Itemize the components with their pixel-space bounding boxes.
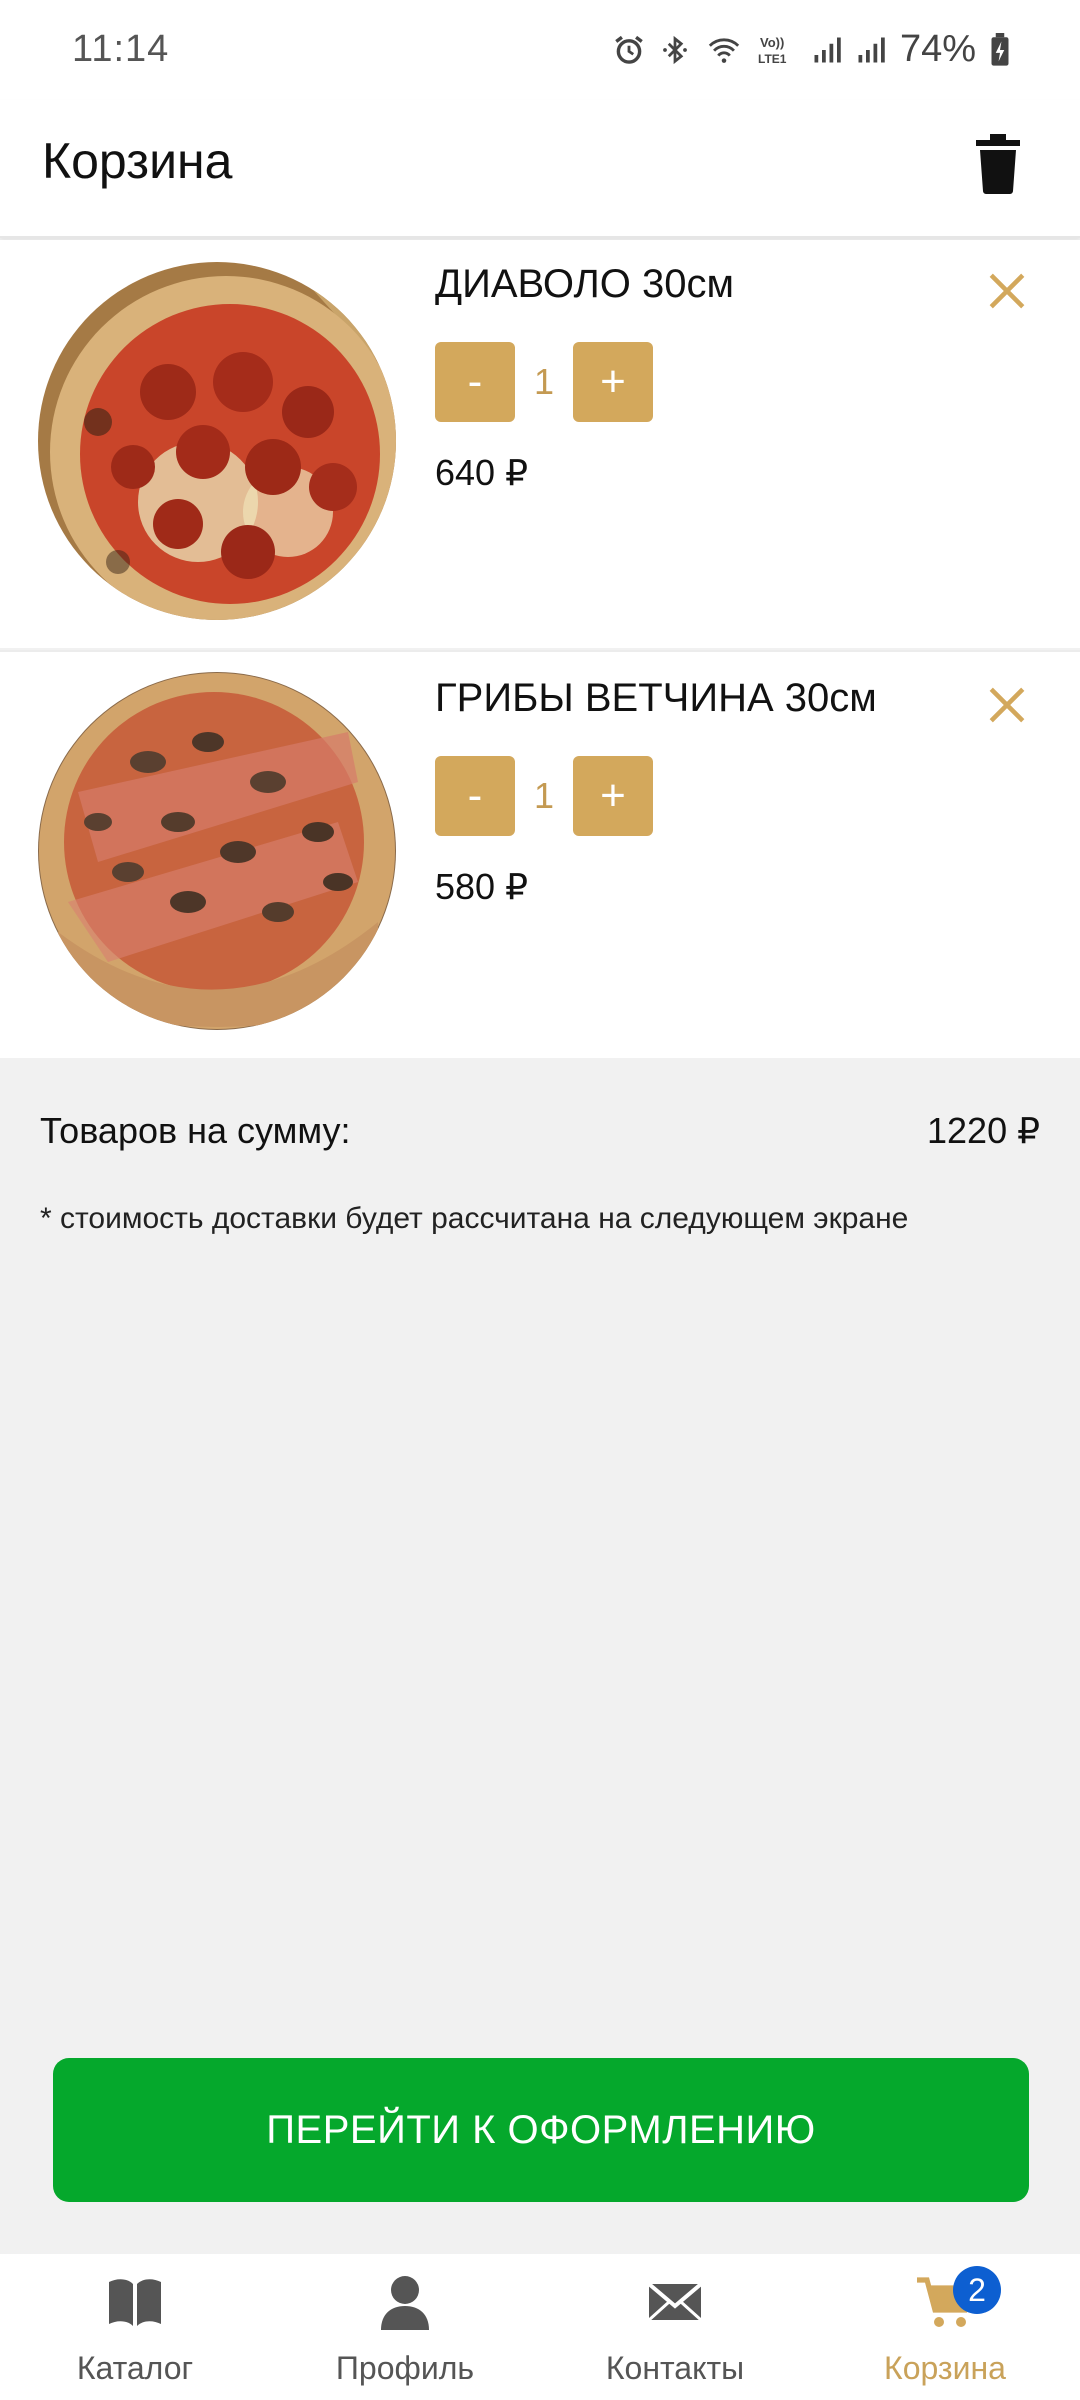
increase-button[interactable]: + (573, 342, 653, 422)
signal-icon (814, 37, 841, 62)
cart-screen: 11:14 Vo)) LTE1 74% Корзина ДИАВОЛО 30см… (0, 0, 1080, 2400)
product-name: ДИАВОЛО 30см (435, 262, 735, 306)
nav-item-profile[interactable]: Профиль (270, 2254, 540, 2400)
nav-item-cart[interactable]: 2 Корзина (810, 2254, 1080, 2400)
quantity-stepper: - 1 + (435, 756, 653, 836)
total-value: 1220 ₽ (927, 1110, 1040, 1151)
battery-percentage: 74% (899, 28, 976, 70)
volte-icon: Vo)) LTE1 (758, 35, 787, 66)
total-label: Товаров на сумму: (40, 1110, 351, 1151)
book-icon (109, 2279, 161, 2326)
close-icon[interactable] (986, 684, 1028, 726)
quantity-value: 1 (533, 361, 555, 402)
cart-item: ДИАВОЛО 30см - 1 + 640 ₽ (0, 240, 1080, 648)
trash-icon[interactable] (974, 134, 1022, 194)
nav-item-contacts[interactable]: Контакты (540, 2254, 810, 2400)
battery-charging-icon (991, 32, 1009, 66)
product-image[interactable] (38, 262, 396, 620)
page-title: Корзина (42, 133, 233, 189)
cart-count-badge: 2 (953, 2266, 1001, 2314)
nav-label: Каталог (76, 2350, 194, 2386)
cart-item: ГРИБЫ ВЕТЧИНА 30см - 1 + 580 ₽ (0, 650, 1080, 1058)
product-price: 580 ₽ (435, 866, 528, 907)
status-bar: 11:14 Vo)) LTE1 74% (0, 0, 1080, 100)
quantity-value: 1 (533, 775, 555, 816)
nav-label: Контакты (605, 2350, 745, 2386)
nav-item-catalog[interactable]: Каталог (0, 2254, 270, 2400)
decrease-button[interactable]: - (435, 342, 515, 422)
svg-text:Vo)): Vo)) (760, 35, 784, 50)
person-icon (381, 2276, 429, 2330)
close-icon[interactable] (986, 270, 1028, 312)
status-icons: Vo)) LTE1 74% (612, 28, 1010, 71)
decrease-button[interactable]: - (435, 756, 515, 836)
envelope-icon (647, 2282, 703, 2322)
svg-text:LTE1: LTE1 (758, 52, 787, 66)
checkout-button[interactable]: ПЕРЕЙТИ К ОФОРМЛЕНИЮ (53, 2058, 1029, 2202)
product-price: 640 ₽ (435, 452, 528, 493)
increase-button[interactable]: + (573, 756, 653, 836)
status-time: 11:14 (72, 28, 170, 70)
nav-label: Корзина (884, 2350, 1006, 2386)
delivery-note: * стоимость доставки будет рассчитана на… (40, 1202, 909, 1235)
bottom-navigation: Каталог Профиль Контакты 2 Корзина (0, 2254, 1080, 2400)
product-image[interactable] (38, 672, 396, 1030)
product-name: ГРИБЫ ВЕТЧИНА 30см (435, 676, 877, 720)
bluetooth-icon (663, 35, 687, 64)
wifi-icon (708, 37, 740, 63)
nav-label: Профиль (335, 2350, 475, 2386)
signal-icon (858, 37, 885, 62)
app-header: Корзина (0, 100, 1080, 238)
alarm-icon (615, 35, 643, 64)
quantity-stepper: - 1 + (435, 342, 653, 422)
